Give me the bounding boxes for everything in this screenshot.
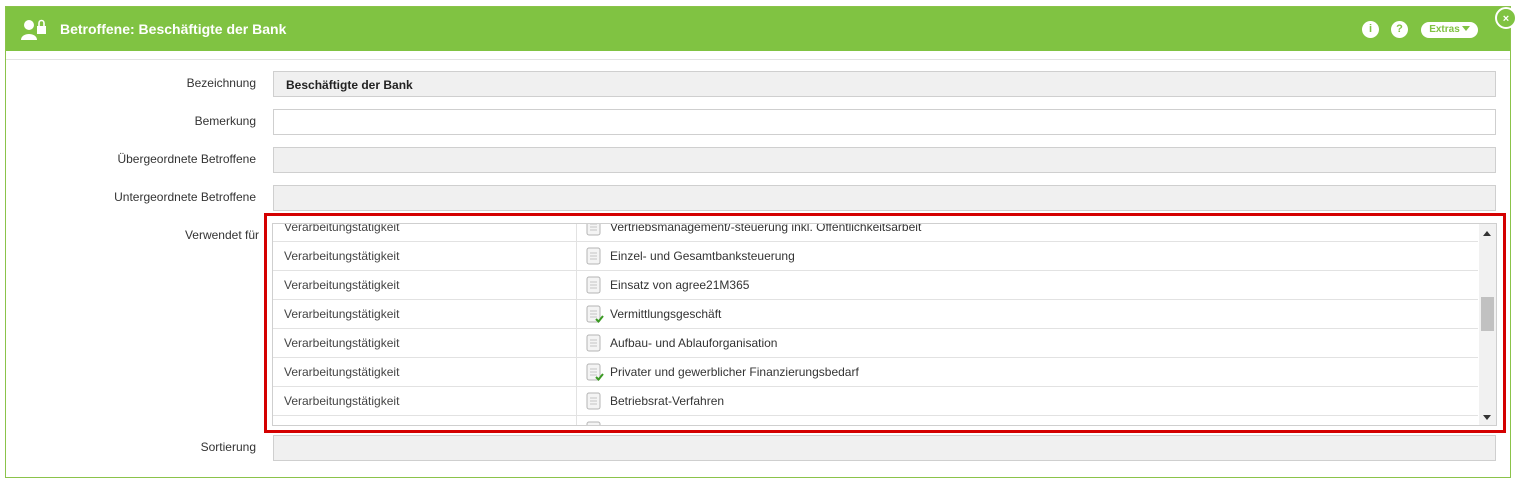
close-icon[interactable]: ×	[1495, 7, 1517, 29]
bemerkung-label: Bemerkung	[194, 114, 256, 128]
uebergeordnete-betroffene-field[interactable]	[273, 147, 1496, 173]
untergeordnete-betroffene-label: Untergeordnete Betroffene	[114, 190, 256, 204]
untergeordnete-betroffene-field[interactable]	[273, 185, 1496, 211]
dialog-titlebar: Betroffene: Beschäftigte der Bank i ? Ex…	[6, 7, 1510, 51]
uebergeordnete-betroffene-label: Übergeordnete Betroffene	[117, 152, 256, 166]
bemerkung-field[interactable]	[273, 109, 1496, 135]
dialog-window: Betroffene: Beschäftigte der Bank i ? Ex…	[5, 6, 1517, 478]
chevron-down-icon	[1461, 26, 1470, 31]
bezeichnung-label: Bezeichnung	[186, 76, 256, 90]
sortierung-field[interactable]	[273, 435, 1496, 461]
bezeichnung-value: Beschäftigte der Bank	[286, 78, 413, 92]
verwendet-fuer-label: Verwendet für	[184, 228, 259, 242]
person-lock-icon	[21, 19, 46, 40]
extras-dropdown-button[interactable]: Extras	[1421, 22, 1478, 38]
dialog-title: Betroffene: Beschäftigte der Bank	[60, 21, 287, 37]
bezeichnung-field[interactable]: Beschäftigte der Bank	[273, 71, 1496, 97]
extras-label: Extras	[1429, 24, 1460, 35]
highlight-frame	[264, 213, 1506, 433]
divider	[6, 59, 1510, 60]
info-icon[interactable]: i	[1362, 21, 1379, 38]
help-icon[interactable]: ?	[1391, 21, 1408, 38]
sortierung-label: Sortierung	[200, 440, 256, 454]
